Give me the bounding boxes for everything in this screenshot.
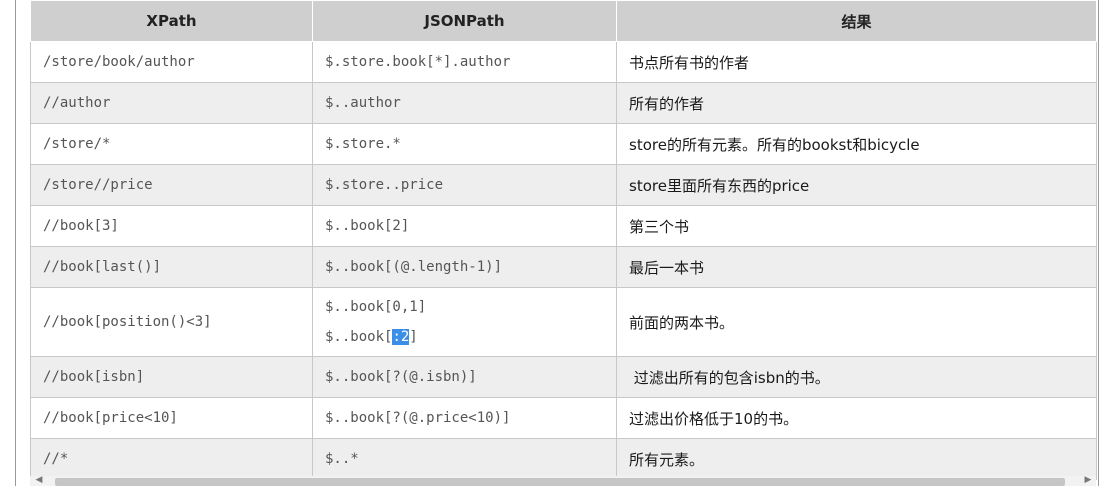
- jsonpath-line: $..book[:2]: [325, 322, 616, 352]
- jsonpath-cell: $..book[?(@.isbn)]: [312, 356, 617, 398]
- xpath-cell: //book[isbn]: [30, 356, 313, 398]
- xpath-cell: //book[3]: [30, 205, 313, 247]
- xpath-cell: //*: [30, 438, 313, 480]
- jsonpath-line: $..book[0,1]: [325, 299, 427, 315]
- table-row: //book[3] $..book[2] 第三个书: [30, 205, 1097, 247]
- xpath-cell: //author: [30, 82, 313, 124]
- jsonpath-cell: $.store.book[*].author: [312, 41, 617, 83]
- table-row: /store/* $.store.* store的所有元素。所有的bookst和…: [30, 123, 1097, 165]
- table-row: //book[price<10] $..book[?(@.price<10)] …: [30, 397, 1097, 439]
- jsonpath-cell: $..book[0,1] $..book[:2]: [312, 287, 617, 357]
- xpath-cell: //book[price<10]: [30, 397, 313, 439]
- table-row: //* $..* 所有元素。: [30, 438, 1097, 480]
- header-jsonpath: JSONPath: [312, 0, 617, 42]
- horizontal-scrollbar-thumb[interactable]: [55, 478, 1065, 486]
- table-row: /store/book/author $.store.book[*].autho…: [30, 41, 1097, 83]
- xpath-cell: /store/book/author: [30, 41, 313, 83]
- table-header-row: XPath JSONPath 结果: [30, 0, 1097, 42]
- table-row: //book[position()<3] $..book[0,1] $..boo…: [30, 287, 1097, 357]
- table-row: //author $..author 所有的作者: [30, 82, 1097, 124]
- jsonpath-cell: $.store..price: [312, 164, 617, 206]
- result-cell: 前面的两本书。: [616, 287, 1097, 357]
- xpath-cell: //book[last()]: [30, 246, 313, 288]
- selected-text-highlight[interactable]: :2: [392, 329, 410, 345]
- jsonpath-cell: $.store.*: [312, 123, 617, 165]
- result-cell: store的所有元素。所有的bookst和bicycle: [616, 123, 1097, 165]
- xpath-cell: //book[position()<3]: [30, 287, 313, 357]
- result-cell: 书点所有书的作者: [616, 41, 1097, 83]
- jsonpath-text: ]: [409, 329, 418, 345]
- table-row: //book[last()] $..book[(@.length-1)] 最后一…: [30, 246, 1097, 288]
- result-cell: 第三个书: [616, 205, 1097, 247]
- xpath-cell: /store//price: [30, 164, 313, 206]
- jsonpath-cell: $..book[2]: [312, 205, 617, 247]
- xpath-jsonpath-comparison-table: XPath JSONPath 结果 /store/book/author $.s…: [30, 0, 1097, 480]
- table-row: /store//price $.store..price store里面所有东西…: [30, 164, 1097, 206]
- result-cell: 最后一本书: [616, 246, 1097, 288]
- result-cell: 所有元素。: [616, 438, 1097, 480]
- content-left-border: [15, 0, 16, 486]
- page-viewport: XPath JSONPath 结果 /store/book/author $.s…: [0, 0, 1119, 486]
- scroll-right-arrow-icon[interactable]: ▶: [1082, 475, 1094, 486]
- header-xpath: XPath: [30, 0, 313, 42]
- content-right-border: [1098, 0, 1099, 486]
- jsonpath-cell: $..author: [312, 82, 617, 124]
- header-result: 结果: [616, 0, 1097, 42]
- jsonpath-text: $..book[: [325, 329, 393, 345]
- xpath-cell: /store/*: [30, 123, 313, 165]
- scroll-left-arrow-icon[interactable]: ◀: [33, 475, 45, 486]
- table-row: //book[isbn] $..book[?(@.isbn)] 过滤出所有的包含…: [30, 356, 1097, 398]
- jsonpath-cell: $..book[(@.length-1)]: [312, 246, 617, 288]
- result-cell: store里面所有东西的price: [616, 164, 1097, 206]
- jsonpath-cell: $..book[?(@.price<10)]: [312, 397, 617, 439]
- jsonpath-cell: $..*: [312, 438, 617, 480]
- result-cell: 过滤出价格低于10的书。: [616, 397, 1097, 439]
- result-cell: 所有的作者: [616, 82, 1097, 124]
- result-cell: 过滤出所有的包含isbn的书。: [616, 356, 1097, 398]
